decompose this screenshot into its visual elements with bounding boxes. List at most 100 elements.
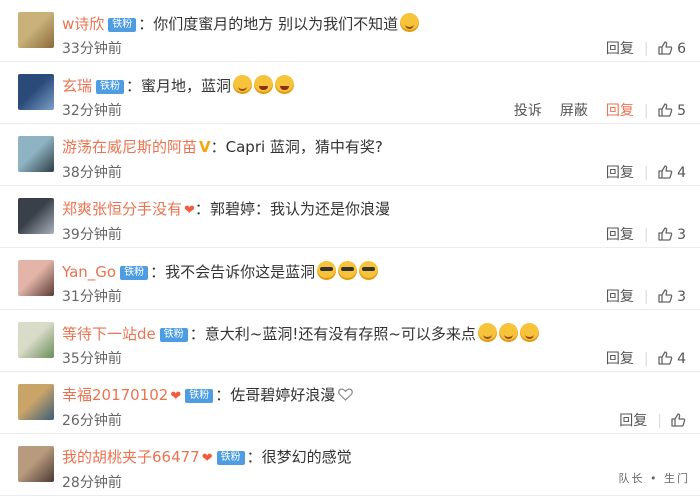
timestamp: 26分钟前 xyxy=(62,413,122,429)
comment-row: w诗欣 铁粉 ：你们度蜜月的地方 别以为我们不知道 33分钟前 回复 | 6 xyxy=(0,0,700,62)
comment-row: 游荡在威尼斯的阿苗 V：Capri 蓝洞，猜中有奖? 38分钟前 回复 | 4 xyxy=(0,124,700,186)
username-link[interactable]: w诗欣 xyxy=(62,15,104,33)
divider: | xyxy=(643,165,649,181)
colon: ： xyxy=(215,386,231,404)
username-link[interactable]: 游荡在威尼斯的阿苗 xyxy=(62,138,197,156)
laugh-emoji-icon xyxy=(254,75,274,94)
comment-line: 玄瑞 铁粉 ：蜜月地，蓝洞 xyxy=(62,75,295,96)
comment-actions: 回复 | 3 xyxy=(588,226,686,244)
avatar[interactable] xyxy=(18,74,54,110)
comment-line: 我的胡桃夹子66477 ❤ 铁粉 ：很梦幻的感觉 xyxy=(62,447,352,469)
avatar[interactable] xyxy=(18,260,54,296)
colon: ： xyxy=(126,77,142,95)
cool-emoji-icon xyxy=(338,261,358,280)
like-button[interactable]: 3 xyxy=(657,227,686,243)
comment-actions: 回复 | 4 xyxy=(588,164,686,182)
comment-text: 蜜月地，蓝洞 xyxy=(141,77,232,95)
colon: ： xyxy=(138,15,154,33)
comment-row: Yan_Go 铁粉 ：我不会告诉你这是蓝洞 31分钟前 回复 | 3 xyxy=(0,248,700,310)
action-reply-button[interactable]: 回复 xyxy=(606,351,634,367)
action-reply-button[interactable]: 回复 xyxy=(606,165,634,181)
like-button[interactable]: 6 xyxy=(657,41,686,57)
timestamp: 33分钟前 xyxy=(62,41,122,57)
username-link[interactable]: 玄瑞 xyxy=(62,77,92,95)
avatar[interactable] xyxy=(18,136,54,172)
username-link[interactable]: 我的胡桃夹子66477 xyxy=(62,448,200,466)
comment-text: Capri 蓝洞，猜中有奖? xyxy=(225,138,383,156)
avatar[interactable] xyxy=(18,12,54,48)
thumbs-up-icon xyxy=(657,289,672,303)
divider: | xyxy=(643,351,649,367)
verified-icon: V xyxy=(199,138,211,156)
like-button[interactable]: 3 xyxy=(657,289,686,305)
timestamp: 28分钟前 xyxy=(62,475,122,491)
like-button[interactable] xyxy=(670,413,686,429)
timestamp: 35分钟前 xyxy=(62,351,122,367)
username-link[interactable]: Yan_Go xyxy=(62,263,116,281)
comment-row: 我的胡桃夹子66477 ❤ 铁粉 ：很梦幻的感觉 28分钟前 xyxy=(0,434,700,496)
username-link[interactable]: 郑爽张恒分手没有 xyxy=(62,200,182,218)
comment-line: Yan_Go 铁粉 ：我不会告诉你这是蓝洞 xyxy=(62,261,379,282)
fan-badge: 铁粉 xyxy=(185,389,214,403)
smile-emoji-icon xyxy=(519,323,539,342)
timestamp: 31分钟前 xyxy=(62,289,122,305)
comment-actions: 回复 | 4 xyxy=(588,350,686,368)
cool-emoji-icon xyxy=(317,261,337,280)
comment-line: 幸福20170102 ❤ 铁粉 ：佐哥碧婷好浪漫 xyxy=(62,385,354,407)
comment-actions: 回复 | 3 xyxy=(588,288,686,306)
fan-badge: 铁粉 xyxy=(216,451,245,465)
avatar[interactable] xyxy=(18,446,54,482)
divider: | xyxy=(657,413,662,429)
cool-emoji-icon xyxy=(359,261,379,280)
comment-line: w诗欣 铁粉 ：你们度蜜月的地方 别以为我们不知道 xyxy=(62,13,420,34)
avatar[interactable] xyxy=(18,322,54,358)
watermark: 队长 • 生门 xyxy=(618,472,690,485)
timestamp: 38分钟前 xyxy=(62,165,122,181)
smile-emoji-icon xyxy=(233,75,253,94)
colon: ： xyxy=(194,200,210,218)
like-button[interactable]: 4 xyxy=(657,165,686,181)
thumbs-up-icon xyxy=(657,227,672,241)
like-button[interactable]: 5 xyxy=(657,103,686,119)
fan-badge: 铁粉 xyxy=(96,80,125,94)
username-link[interactable]: 幸福20170102 xyxy=(62,386,168,404)
like-button[interactable]: 4 xyxy=(657,351,686,367)
comment-list: w诗欣 铁粉 ：你们度蜜月的地方 别以为我们不知道 33分钟前 回复 | 6 玄瑞 铁粉 ：蜜月… xyxy=(0,0,700,498)
action-reply-button[interactable]: 回复 xyxy=(619,413,647,429)
thumbs-up-icon xyxy=(657,165,672,179)
fan-badge: 铁粉 xyxy=(159,328,188,342)
thumbs-up-icon xyxy=(657,103,672,117)
comment-text: 我不会告诉你这是蓝洞 xyxy=(165,263,316,281)
action-reply-button[interactable]: 回复 xyxy=(606,103,634,119)
username-link[interactable]: 等待下一站de xyxy=(62,325,156,343)
avatar[interactable] xyxy=(18,384,54,420)
thumbs-up-icon xyxy=(671,413,686,427)
smile-emoji-icon xyxy=(400,13,420,32)
like-count: 5 xyxy=(672,103,686,119)
comment-row: 等待下一站de 铁粉 ：意大利~蓝洞!还有没有存照~可以多来点 35分钟前 回复 | 4 xyxy=(0,310,700,372)
comment-line: 等待下一站de 铁粉 ：意大利~蓝洞!还有没有存照~可以多来点 xyxy=(62,323,539,344)
comment-line: 游荡在威尼斯的阿苗 V：Capri 蓝洞，猜中有奖? xyxy=(62,137,383,157)
comment-text: 佐哥碧婷好浪漫 xyxy=(230,386,336,404)
comment-text: 意大利~蓝洞!还有没有存照~可以多来点 xyxy=(204,325,476,343)
timestamp: 32分钟前 xyxy=(62,103,122,119)
like-count: 4 xyxy=(672,351,686,367)
fan-heart-icon: ❤ xyxy=(184,203,195,218)
comment-line: 郑爽张恒分手没有 ❤：郭碧婷：我认为还是你浪漫 xyxy=(62,199,390,221)
comment-text: 你们度蜜月的地方 别以为我们不知道 xyxy=(153,15,399,33)
action-report-button[interactable]: 投诉 xyxy=(514,103,542,119)
comment-row: 郑爽张恒分手没有 ❤：郭碧婷：我认为还是你浪漫 39分钟前 回复 | 3 xyxy=(0,186,700,248)
divider: | xyxy=(643,289,649,305)
fan-heart-icon: ❤ xyxy=(170,389,182,404)
comment-actions: 投诉 屏蔽 回复 | 5 xyxy=(496,102,686,120)
divider: | xyxy=(643,41,649,57)
like-count: 4 xyxy=(672,165,686,181)
action-block-button[interactable]: 屏蔽 xyxy=(560,103,588,119)
like-count: 3 xyxy=(672,289,686,305)
colon: ： xyxy=(246,448,262,466)
action-reply-button[interactable]: 回复 xyxy=(606,41,634,57)
action-reply-button[interactable]: 回复 xyxy=(606,227,634,243)
avatar[interactable] xyxy=(18,198,54,234)
action-reply-button[interactable]: 回复 xyxy=(606,289,634,305)
smile-emoji-icon xyxy=(498,323,518,342)
